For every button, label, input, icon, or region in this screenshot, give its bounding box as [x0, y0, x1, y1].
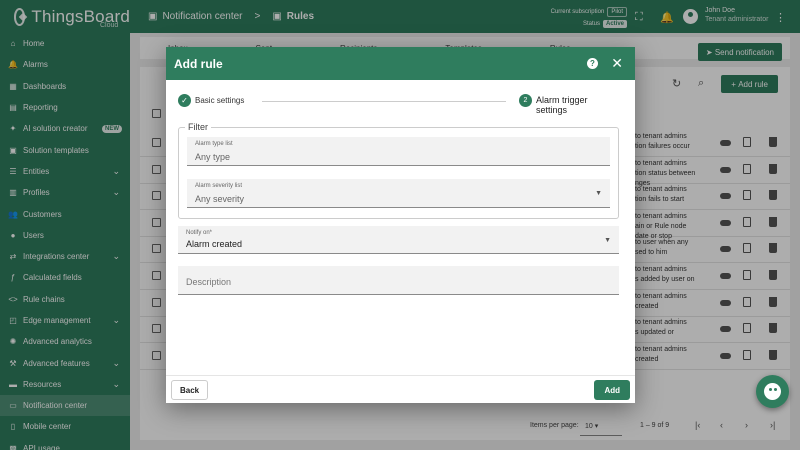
dialog-header: Add rule ? ✕ [166, 47, 635, 80]
back-button[interactable]: Back [171, 380, 209, 400]
bot-icon [764, 383, 781, 400]
description-placeholder: Description [186, 277, 232, 287]
stepper: ✓ Basic settings 2 Alarm trigger setting… [178, 94, 621, 115]
chevron-down-icon: ▼ [604, 237, 611, 244]
notify-on-value: Alarm created [186, 239, 243, 249]
close-icon[interactable]: ✕ [611, 55, 623, 72]
dialog-title: Add rule [174, 56, 223, 71]
notify-on-select[interactable]: Notify on* Alarm created ▼ [178, 226, 619, 254]
step-2-number: 2 [519, 94, 532, 107]
filter-legend: Filter [185, 122, 211, 132]
step-done-check-icon[interactable]: ✓ [178, 94, 191, 107]
alarm-severity-list-placeholder: Any severity [195, 194, 245, 204]
dialog-footer: Back Add [166, 375, 635, 403]
alarm-severity-list-label: Alarm severity list [195, 183, 243, 189]
notify-on-label: Notify on* [186, 230, 213, 236]
alarm-type-list-placeholder: Any type [195, 152, 231, 162]
help-icon[interactable]: ? [587, 58, 598, 69]
filter-section: Filter Alarm type list Any type Alarm se… [178, 122, 619, 219]
alarm-type-list-label: Alarm type list [195, 141, 233, 147]
stepper-divider [262, 101, 506, 102]
add-button[interactable]: Add [594, 380, 630, 400]
alarm-type-list-field[interactable]: Alarm type list Any type [187, 137, 610, 166]
step-basic-settings[interactable]: Basic settings [195, 96, 244, 105]
alarm-severity-list-field[interactable]: Alarm severity list Any severity ▼ [187, 179, 610, 208]
add-rule-dialog: Add rule ? ✕ ✓ Basic settings 2 Alarm tr… [166, 47, 635, 403]
help-assistant-button[interactable] [756, 375, 789, 408]
step-alarm-trigger-settings[interactable]: Alarm trigger settings [536, 95, 621, 115]
chevron-down-icon: ▼ [595, 190, 602, 197]
description-field[interactable]: Description [178, 266, 619, 295]
